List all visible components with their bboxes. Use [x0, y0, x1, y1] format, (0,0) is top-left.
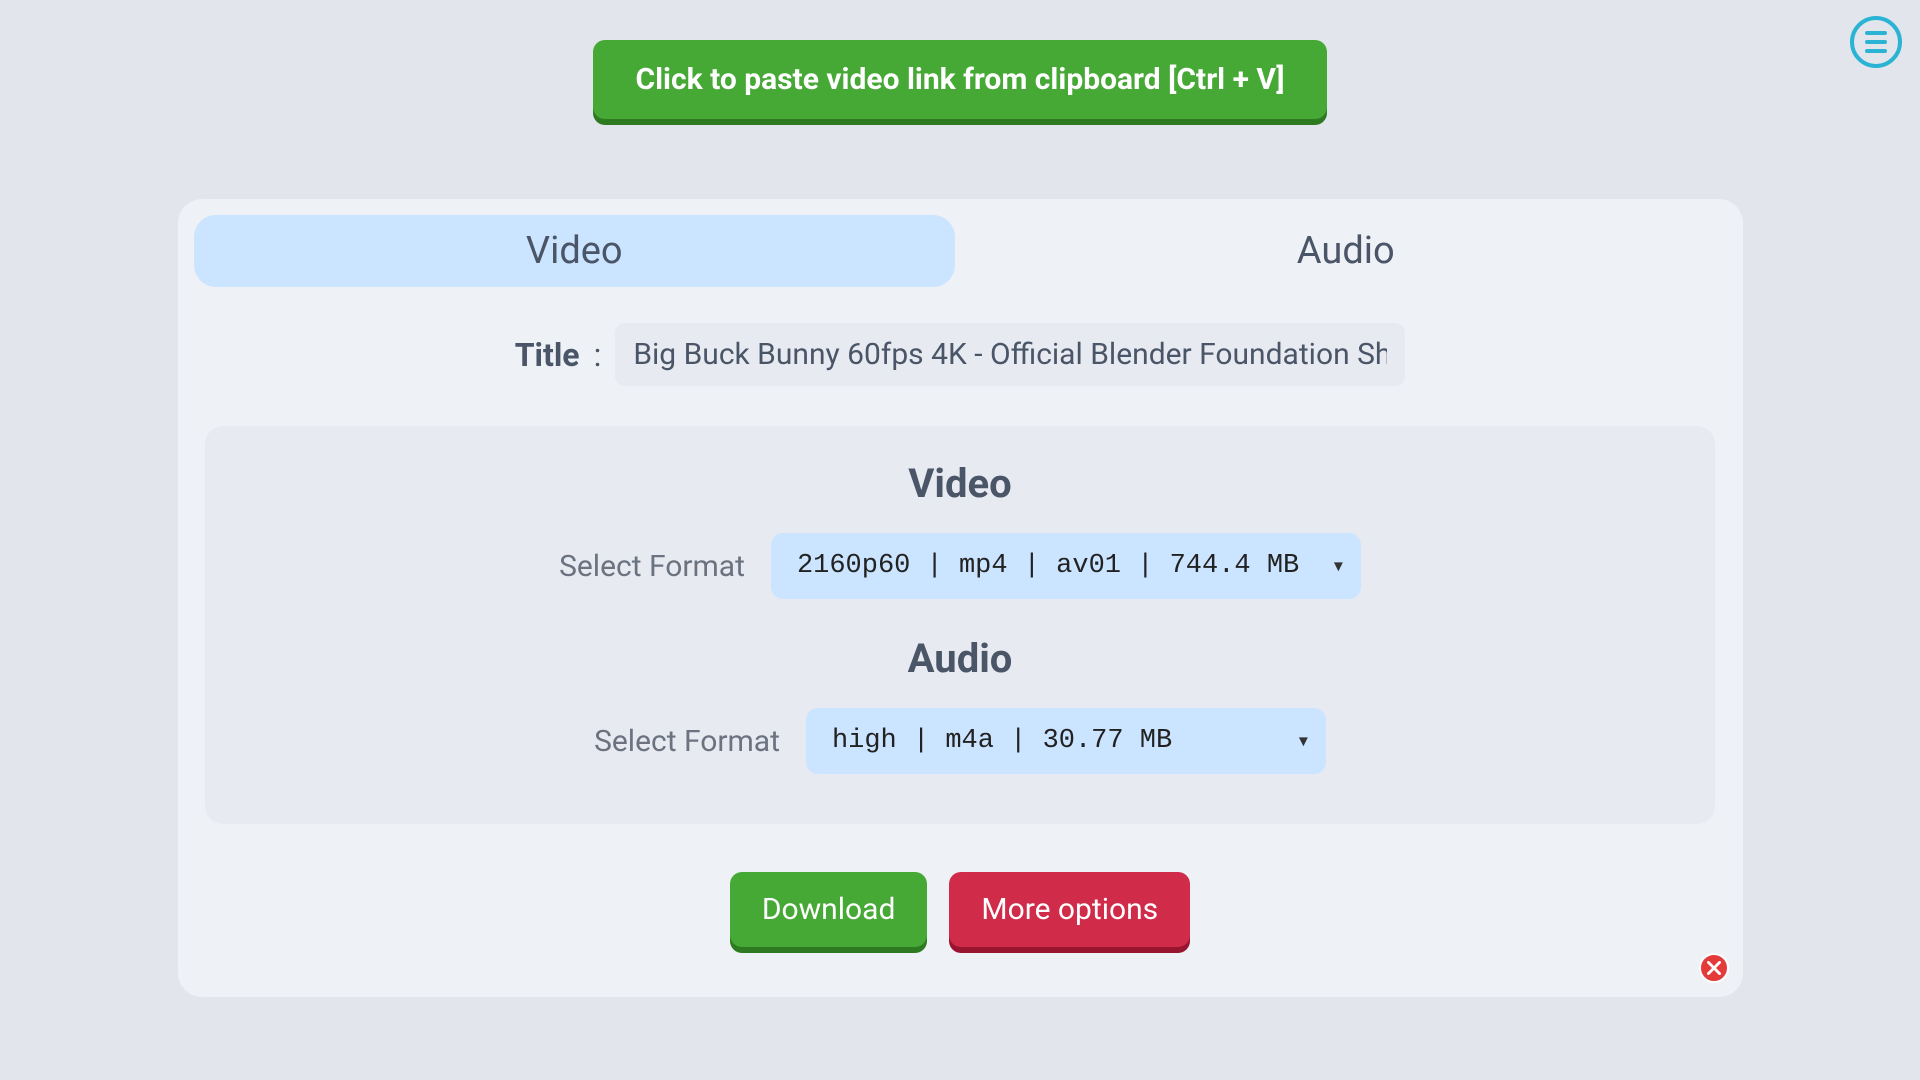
download-card: Video Audio Title : Video Select Format … — [178, 199, 1743, 997]
paste-link-button[interactable]: Click to paste video link from clipboard… — [593, 40, 1326, 119]
title-input[interactable] — [615, 323, 1405, 386]
video-section-heading: Video — [245, 460, 1675, 507]
close-icon[interactable] — [1699, 953, 1729, 983]
audio-format-select[interactable]: high | m4a | 30.77 MB — [806, 708, 1326, 774]
more-options-button[interactable]: More options — [949, 872, 1190, 947]
video-select-format-label: Select Format — [559, 549, 745, 584]
formats-panel: Video Select Format 2160p60 | mp4 | av01… — [205, 426, 1715, 824]
tab-bar: Video Audio — [194, 215, 1727, 287]
title-row: Title : — [194, 323, 1727, 386]
audio-format-row: Select Format high | m4a | 30.77 MB ▾ — [245, 708, 1675, 774]
audio-section-heading: Audio — [245, 635, 1675, 682]
download-button[interactable]: Download — [730, 872, 928, 947]
audio-select-format-label: Select Format — [594, 724, 780, 759]
video-format-row: Select Format 2160p60 | mp4 | av01 | 744… — [245, 533, 1675, 599]
action-row: Download More options — [194, 872, 1727, 947]
tab-video[interactable]: Video — [194, 215, 956, 287]
video-format-select[interactable]: 2160p60 | mp4 | av01 | 744.4 MB — [771, 533, 1361, 599]
title-label: Title — [515, 336, 580, 374]
tab-audio[interactable]: Audio — [965, 215, 1727, 287]
hamburger-menu-icon[interactable] — [1850, 16, 1902, 68]
title-colon: : — [594, 336, 602, 374]
